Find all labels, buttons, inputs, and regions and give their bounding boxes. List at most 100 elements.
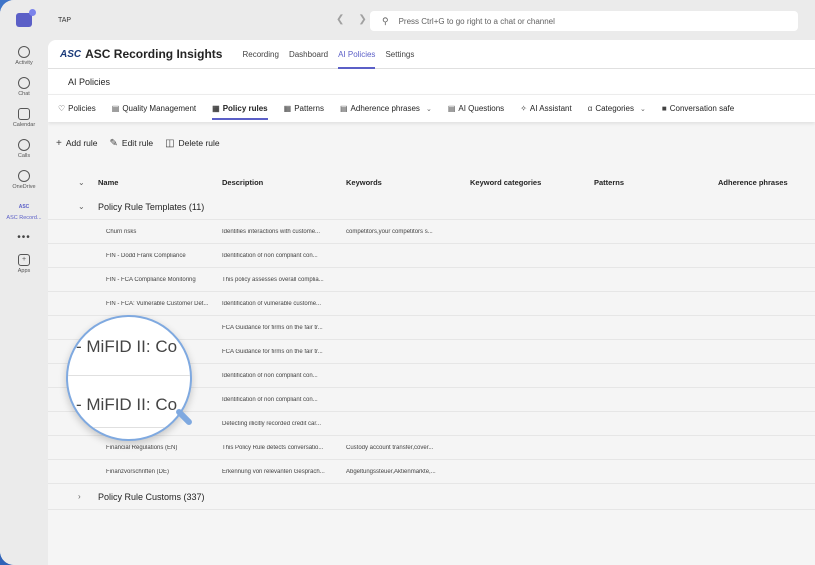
chat-icon (18, 76, 30, 89)
magnified-text: - MiFID II: Co (76, 337, 178, 356)
tab-settings[interactable]: Settings (385, 40, 414, 69)
teams-window: TAP ❮ ❯ ⚲ Press Ctrl+G to go right to a … (0, 0, 815, 565)
button-label: Edit rule (121, 138, 154, 148)
rail-item-calendar[interactable]: Calendar (0, 102, 48, 133)
subtab-conversation-safe[interactable]: ■ Conversation safe (662, 95, 734, 123)
group-row-customs[interactable]: › Policy Rule Customs (337) (48, 484, 815, 510)
cell-name: Churn risks (106, 228, 137, 235)
subtab-quality-management[interactable]: ▤ Quality Management (112, 95, 196, 123)
chevron-right-icon[interactable]: › (48, 492, 98, 501)
table-row[interactable]: FIN - FCA: Vulnerable Customer Det... Ide… (48, 292, 815, 316)
subtab-label: Patterns (294, 104, 324, 113)
cell-keywords: competitors,your competitors s... (346, 228, 433, 235)
column-header-adherence-phrases[interactable]: Adherence phrases (718, 178, 815, 187)
table-row[interactable]: Financial Regulations (EN) This Policy Ru… (48, 436, 815, 460)
teams-logo-icon[interactable] (0, 0, 48, 40)
pencil-icon: ✎ (109, 137, 118, 149)
toolbar: + Add rule ✎ Edit rule ◫ Delete rule (48, 124, 815, 162)
plus-icon: + (18, 253, 30, 266)
column-header-keyword-categories[interactable]: Keyword categories (470, 178, 594, 187)
cell-description: Erkennung von relevanten Gespräch... (222, 468, 325, 475)
magnified-text: - MiFID II: Co (76, 395, 178, 414)
rail-label: Calendar (12, 121, 36, 128)
cell-description: Identification of non compliant con... (222, 252, 318, 259)
subtab-label: Policies (68, 104, 96, 113)
clipboard-icon: ▤ (111, 104, 120, 113)
history-navigation: ❮ ❯ (336, 14, 367, 25)
more-apps-icon[interactable]: ••• (0, 226, 48, 248)
cell-keywords: Custody account transfer,cover... (346, 444, 434, 451)
left-rail: Activity Chat Calendar Calls OneDrive AS… (0, 40, 48, 565)
subtab-adherence-phrases[interactable]: ▤ Adherence phrases ⌄ (340, 95, 432, 123)
calendar-icon (18, 107, 30, 120)
pattern-icon: ▦ (283, 104, 292, 113)
assistant-icon: ✧ (520, 104, 527, 113)
column-header-patterns[interactable]: Patterns (594, 178, 718, 187)
rules-icon: ▦ (212, 104, 220, 113)
rail-item-chat[interactable]: Chat (0, 71, 48, 102)
subtab-policies[interactable]: ♡ Policies (58, 95, 96, 123)
edit-rule-button[interactable]: ✎ Edit rule (110, 138, 154, 149)
app-title: ASC Recording Insights (85, 47, 223, 61)
column-header-name[interactable]: Name (98, 178, 222, 187)
chevron-down-icon[interactable]: ⌄ (48, 202, 98, 211)
subtab-ai-questions[interactable]: ▤ AI Questions (448, 95, 504, 123)
rail-label: Activity (15, 59, 33, 66)
document-icon: ▤ (339, 104, 348, 113)
lock-icon: ■ (661, 104, 667, 113)
rail-label: ASC Record... (6, 214, 42, 221)
cloud-icon (18, 169, 30, 182)
subtab-categories[interactable]: α Categories ⌄ (588, 95, 646, 123)
rail-label: Calls (17, 152, 31, 159)
app-header: ASC ASC Recording Insights Recording Das… (48, 40, 815, 69)
subtab-ai-assistant[interactable]: ✧ AI Assistant (520, 95, 572, 123)
cell-description: FCA Guidance for firms on the fair tr... (222, 324, 323, 331)
asc-logo: ASC (60, 48, 82, 60)
tab-ai-policies[interactable]: AI Policies (338, 40, 376, 69)
magnified-divider (68, 427, 190, 428)
question-doc-icon: ▤ (447, 104, 456, 113)
cell-description: Detecting illicitly recorded credit car.… (222, 420, 322, 427)
search-input[interactable]: ⚲ Press Ctrl+G to go right to a chat or … (370, 11, 798, 31)
table-row[interactable]: Churn risks Identifies interactions with … (48, 220, 815, 244)
subtab-policy-rules[interactable]: ▦ Policy rules (212, 95, 269, 123)
collapse-all-icon[interactable]: ⌄ (48, 178, 98, 187)
rail-label: OneDrive (12, 183, 36, 190)
rail-item-calls[interactable]: Calls (0, 133, 48, 164)
rail-item-asc-recording[interactable]: ASC ASC Record... (0, 195, 48, 226)
column-header-keywords[interactable]: Keywords (346, 178, 470, 187)
search-placeholder: Press Ctrl+G to go right to a chat or ch… (398, 16, 555, 26)
table-row[interactable]: FIN - Dodd Frank Compliance Identificatio… (48, 244, 815, 268)
delete-rule-button[interactable]: ◫ Delete rule (165, 138, 220, 149)
cell-description: Identification of vulnerable custome... (222, 300, 322, 307)
bell-icon (18, 45, 30, 58)
column-header-description[interactable]: Description (222, 178, 346, 187)
add-rule-button[interactable]: + Add rule (56, 138, 98, 149)
back-arrow-icon[interactable]: ❮ (336, 14, 344, 25)
button-label: Add rule (65, 138, 98, 148)
rail-item-onedrive[interactable]: OneDrive (0, 164, 48, 195)
rail-item-activity[interactable]: Activity (0, 40, 48, 71)
forward-arrow-icon[interactable]: ❯ (358, 14, 366, 25)
table-row[interactable]: Finanzvorschriften (DE) Erkennung von rel… (48, 460, 815, 484)
group-row-templates[interactable]: ⌄ Policy Rule Templates (11) (48, 194, 815, 220)
chevron-down-icon: ⌄ (640, 105, 646, 113)
subtab-label: AI Questions (458, 104, 505, 113)
table-row[interactable]: FIN - FCA Compliance Monitoring This poli… (48, 268, 815, 292)
main-panel: ASC ASC Recording Insights Recording Das… (48, 40, 815, 565)
cell-description: This Policy Rule detects conversatio... (222, 444, 324, 451)
tab-dashboard[interactable]: Dashboard (289, 40, 328, 69)
phone-icon (18, 138, 30, 151)
cell-name: Financial Regulations (EN) (106, 444, 178, 451)
cell-description: This policy assesses overall complia... (222, 276, 324, 283)
cell-name: FIN - FCA Compliance Monitoring (106, 276, 196, 283)
cell-description: Identification of non compliant con... (222, 396, 318, 403)
tab-recording[interactable]: Recording (242, 40, 278, 69)
subtab-label: Adherence phrases (350, 104, 420, 113)
policy-subtabs: ♡ Policies ▤ Quality Management ▦ Policy… (48, 94, 815, 122)
subtab-label: Policy rules (222, 104, 268, 113)
shield-icon: ♡ (58, 104, 66, 113)
rail-item-apps[interactable]: + Apps (0, 248, 48, 279)
rail-label: Chat (18, 90, 30, 97)
subtab-patterns[interactable]: ▦ Patterns (284, 95, 324, 123)
